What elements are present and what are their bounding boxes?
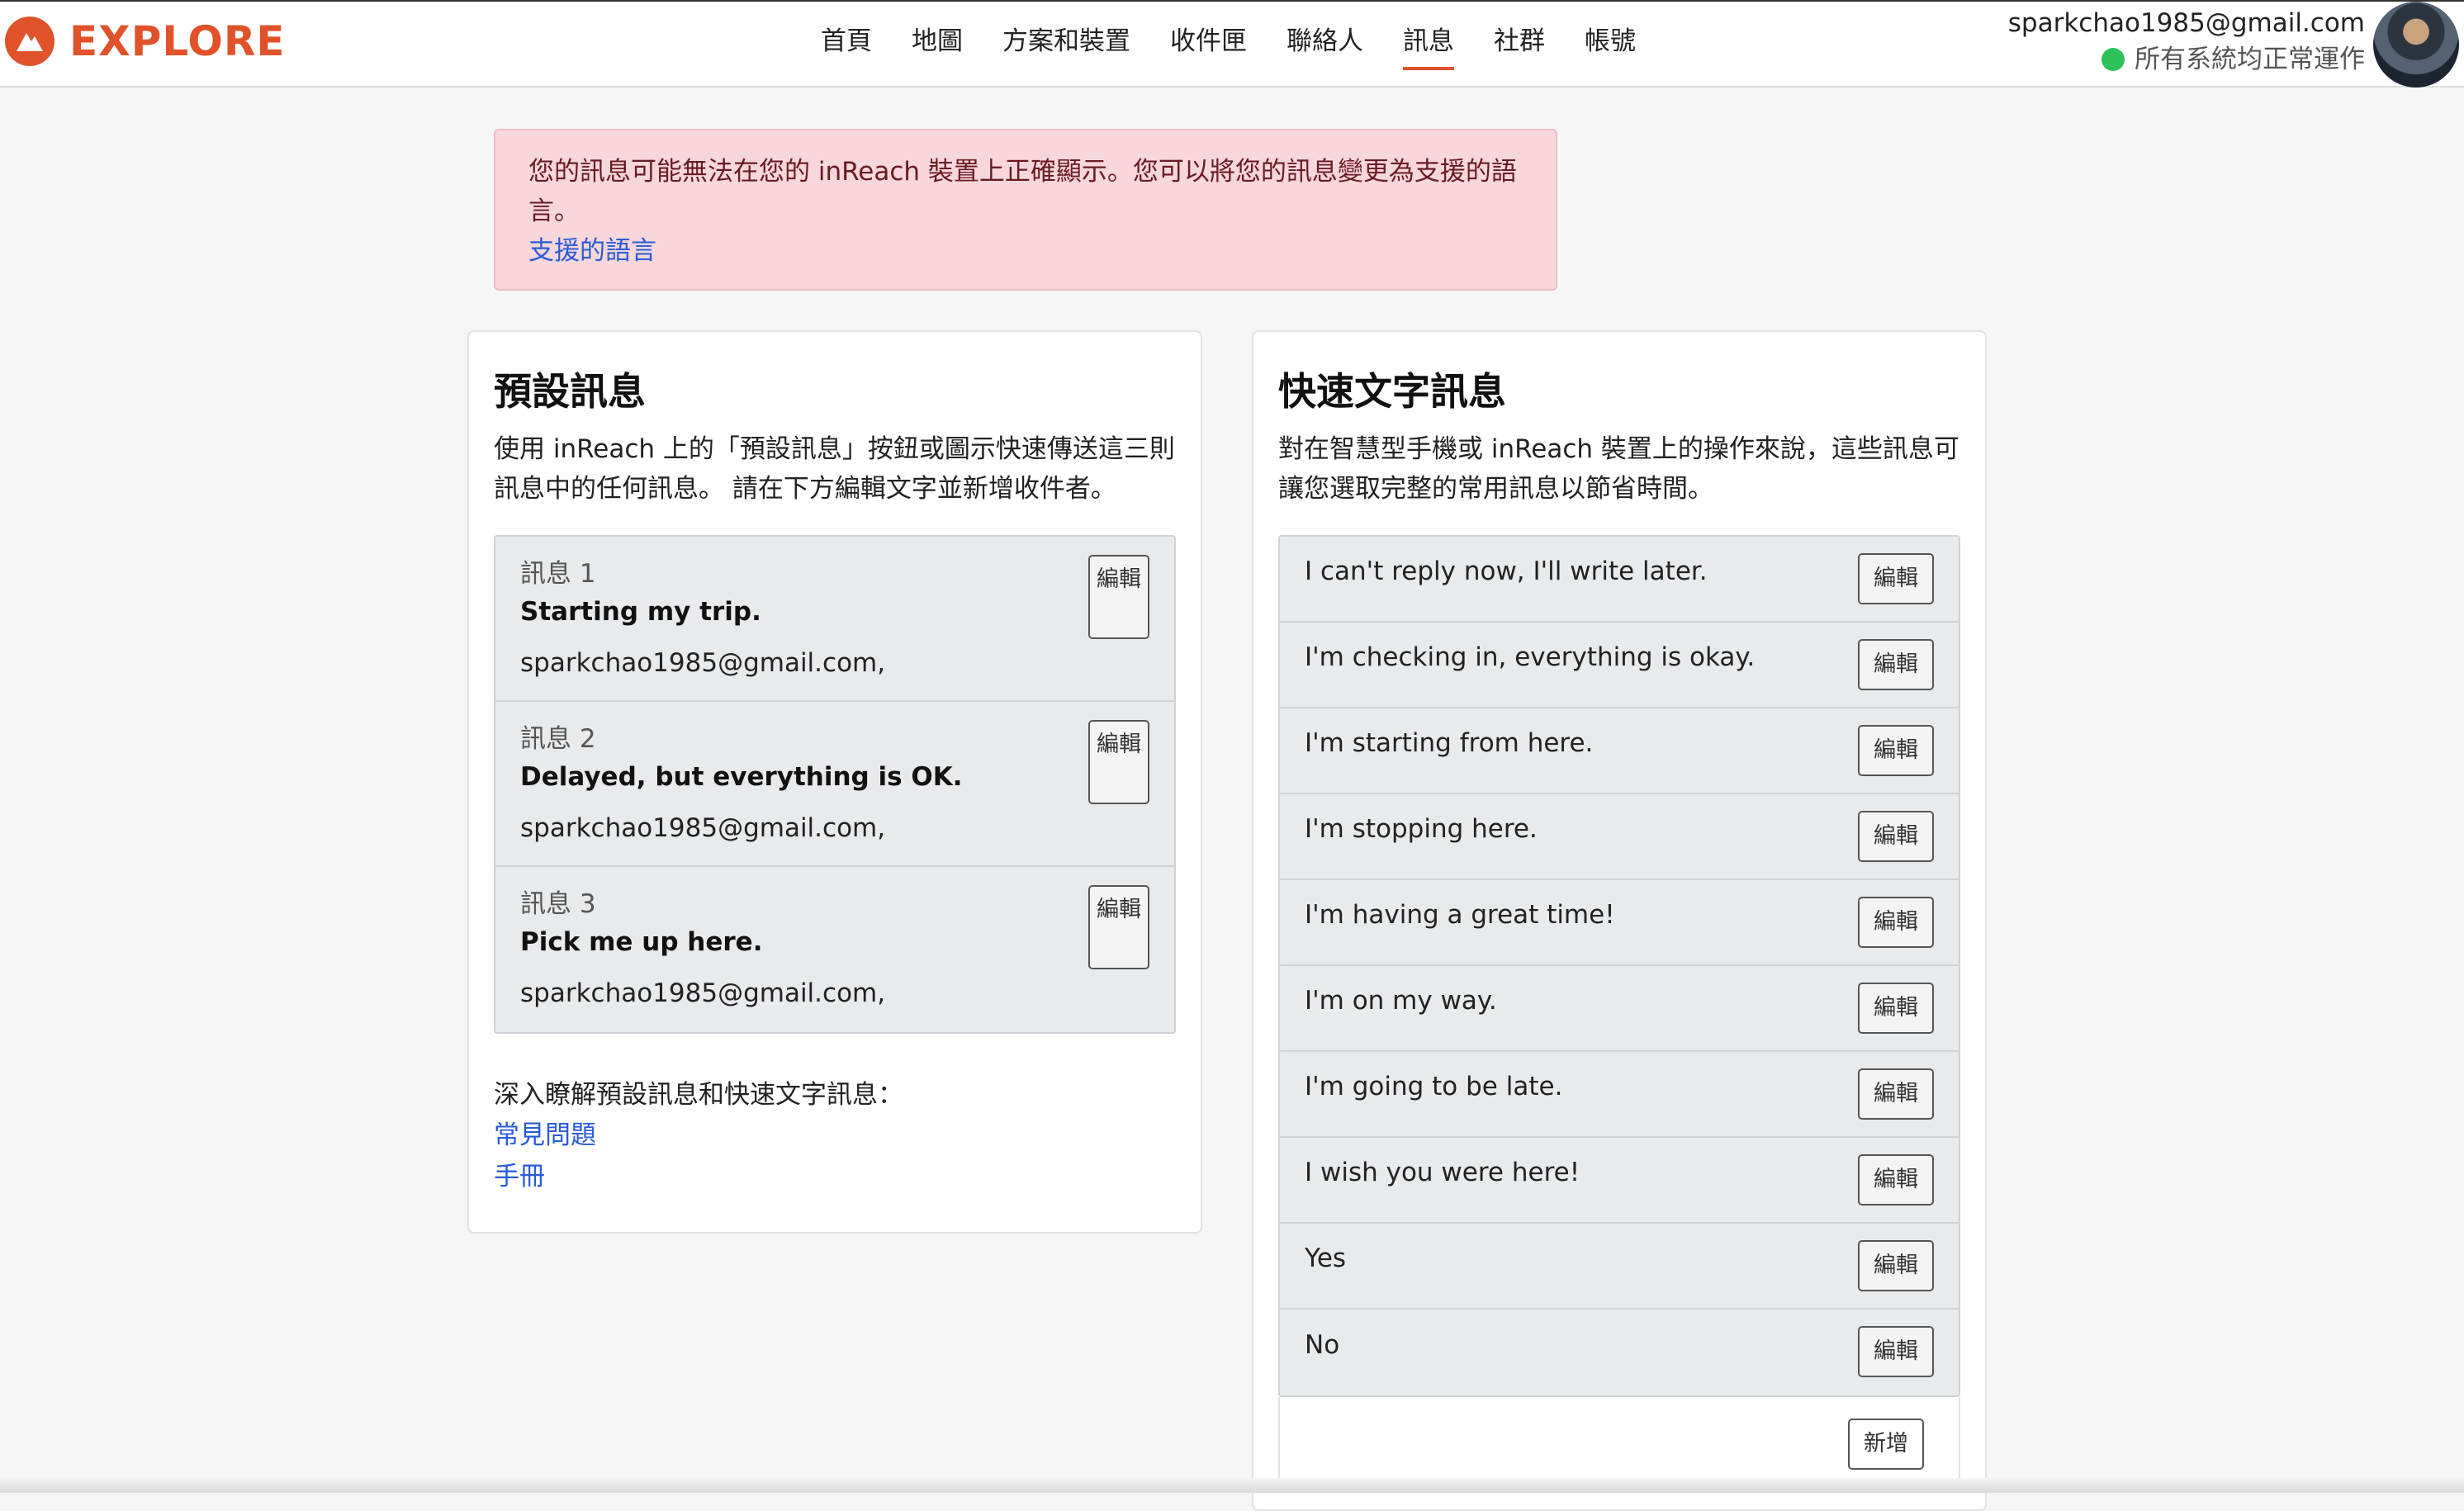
nav-messages[interactable]: 訊息 xyxy=(1403,20,1454,70)
quick-text-message: I'm stopping here. xyxy=(1305,814,1538,844)
quick-text-message: I'm starting from here. xyxy=(1305,728,1594,758)
avatar[interactable] xyxy=(2373,2,2459,88)
manual-link[interactable]: 手冊 xyxy=(494,1156,1176,1197)
system-status-text: 所有系統均正常運作 xyxy=(2135,45,2365,74)
list-item: I can't reply now, I'll write later. 編輯 xyxy=(1280,537,1959,623)
quick-text-message: I'm on my way. xyxy=(1305,986,1497,1016)
preset-message-recipients: sparkchao1985@gmail.com, xyxy=(520,978,886,1008)
list-item: I'm starting from here. 編輯 xyxy=(1280,708,1959,794)
edit-quick-text-button[interactable]: 編輯 xyxy=(1858,1154,1934,1205)
status-ok-icon xyxy=(2102,48,2125,71)
add-quick-text-button[interactable]: 新增 xyxy=(1848,1419,1924,1470)
preset-messages-card: 預設訊息 使用 inReach 上的「預設訊息」按鈕或圖示快速傳送這三則訊息中的… xyxy=(467,330,1202,1234)
list-item: I'm on my way. 編輯 xyxy=(1280,966,1959,1052)
main-nav: 首頁 地圖 方案和裝置 收件匣 聯絡人 訊息 社群 帳號 xyxy=(821,20,1675,70)
preset-message-recipients: sparkchao1985@gmail.com, xyxy=(520,813,886,843)
edit-quick-text-button[interactable]: 編輯 xyxy=(1858,897,1934,948)
list-item: I'm checking in, everything is okay. 編輯 xyxy=(1280,623,1959,708)
edit-quick-text-button[interactable]: 編輯 xyxy=(1858,639,1934,690)
preset-message-item: 訊息 1 Starting my trip. sparkchao1985@gma… xyxy=(495,537,1174,702)
quick-text-message: I can't reply now, I'll write later. xyxy=(1305,557,1708,586)
list-item: Yes 編輯 xyxy=(1280,1224,1959,1310)
edit-preset-2-button[interactable]: 編輯 xyxy=(1088,720,1149,804)
quick-text-message: Yes xyxy=(1305,1243,1347,1273)
logo-text: EXPLORE xyxy=(69,17,286,65)
preset-messages-title: 預設訊息 xyxy=(494,369,646,414)
edit-quick-text-button[interactable]: 編輯 xyxy=(1858,983,1934,1034)
nav-map[interactable]: 地圖 xyxy=(912,20,963,70)
quick-text-list: I can't reply now, I'll write later. 編輯 … xyxy=(1278,535,1960,1397)
page-bottom-edge xyxy=(0,1478,2464,1493)
learn-more-text: 深入瞭解預設訊息和快速文字訊息： xyxy=(494,1080,903,1110)
edit-quick-text-button[interactable]: 編輯 xyxy=(1858,1240,1934,1291)
nav-social[interactable]: 社群 xyxy=(1494,20,1545,70)
quick-text-message: I'm going to be late. xyxy=(1305,1072,1563,1101)
edit-quick-text-button[interactable]: 編輯 xyxy=(1858,553,1934,604)
account-info[interactable]: sparkchao1985@gmail.com 所有系統均正常運作 xyxy=(2008,5,2365,78)
preset-message-label: 訊息 1 xyxy=(520,559,596,589)
quick-text-description: 對在智慧型手機或 inReach 裝置上的操作來說，這些訊息可讓您選取完整的常用… xyxy=(1278,434,1959,504)
quick-text-messages-card: 快速文字訊息 對在智慧型手機或 inReach 裝置上的操作來說，這些訊息可讓您… xyxy=(1252,330,1987,1511)
quick-text-message: I'm checking in, everything is okay. xyxy=(1305,642,1756,672)
list-item: I'm going to be late. 編輯 xyxy=(1280,1052,1959,1138)
top-navigation-bar: EXPLORE 首頁 地圖 方案和裝置 收件匣 聯絡人 訊息 社群 帳號 spa… xyxy=(0,0,2464,88)
quick-text-title: 快速文字訊息 xyxy=(1278,369,1506,414)
system-status[interactable]: 所有系統均正常運作 xyxy=(2008,41,2365,78)
edit-preset-1-button[interactable]: 編輯 xyxy=(1088,555,1149,639)
edit-quick-text-button[interactable]: 編輯 xyxy=(1858,1326,1934,1377)
language-warning-alert: 您的訊息可能無法在您的 inReach 裝置上正確顯示。您可以將您的訊息變更為支… xyxy=(494,129,1557,291)
add-quick-text-row: 新增 xyxy=(1278,1397,1960,1491)
nav-inbox[interactable]: 收件匣 xyxy=(1170,20,1247,70)
nav-contacts[interactable]: 聯絡人 xyxy=(1286,20,1363,70)
mountain-logo-icon xyxy=(5,17,54,66)
edit-quick-text-button[interactable]: 編輯 xyxy=(1858,725,1934,776)
preset-messages-description: 使用 inReach 上的「預設訊息」按鈕或圖示快速傳送這三則訊息中的任何訊息。… xyxy=(494,434,1175,504)
preset-message-text: Pick me up here. xyxy=(520,927,763,957)
preset-message-item: 訊息 2 Delayed, but everything is OK. spar… xyxy=(495,702,1174,867)
preset-message-list: 訊息 1 Starting my trip. sparkchao1985@gma… xyxy=(494,535,1176,1034)
list-item: I wish you were here! 編輯 xyxy=(1280,1138,1959,1224)
list-item: I'm stopping here. 編輯 xyxy=(1280,794,1959,880)
list-item: I'm having a great time! 編輯 xyxy=(1280,880,1959,966)
preset-message-label: 訊息 3 xyxy=(520,889,596,919)
nav-plans-devices[interactable]: 方案和裝置 xyxy=(1002,20,1130,70)
preset-message-label: 訊息 2 xyxy=(520,724,596,754)
preset-message-text: Delayed, but everything is OK. xyxy=(520,762,963,792)
supported-languages-link[interactable]: 支援的語言 xyxy=(528,231,1523,271)
edit-quick-text-button[interactable]: 編輯 xyxy=(1858,811,1934,862)
quick-text-message: I wish you were here! xyxy=(1305,1158,1580,1187)
explore-logo[interactable]: EXPLORE xyxy=(5,13,286,69)
preset-message-item: 訊息 3 Pick me up here. sparkchao1985@gmai… xyxy=(495,867,1174,1032)
faq-link[interactable]: 常見問題 xyxy=(494,1115,1176,1156)
edit-preset-3-button[interactable]: 編輯 xyxy=(1088,885,1149,969)
preset-message-text: Starting my trip. xyxy=(520,597,761,627)
nav-account[interactable]: 帳號 xyxy=(1585,20,1636,70)
edit-quick-text-button[interactable]: 編輯 xyxy=(1858,1068,1934,1120)
quick-text-message: I'm having a great time! xyxy=(1305,900,1615,930)
list-item: No 編輯 xyxy=(1280,1310,1959,1395)
alert-text: 您的訊息可能無法在您的 inReach 裝置上正確顯示。您可以將您的訊息變更為支… xyxy=(528,157,1517,226)
preset-message-recipients: sparkchao1985@gmail.com, xyxy=(520,648,886,678)
account-email: sparkchao1985@gmail.com xyxy=(2007,8,2365,38)
quick-text-message: No xyxy=(1305,1330,1340,1360)
nav-home[interactable]: 首頁 xyxy=(821,20,872,70)
